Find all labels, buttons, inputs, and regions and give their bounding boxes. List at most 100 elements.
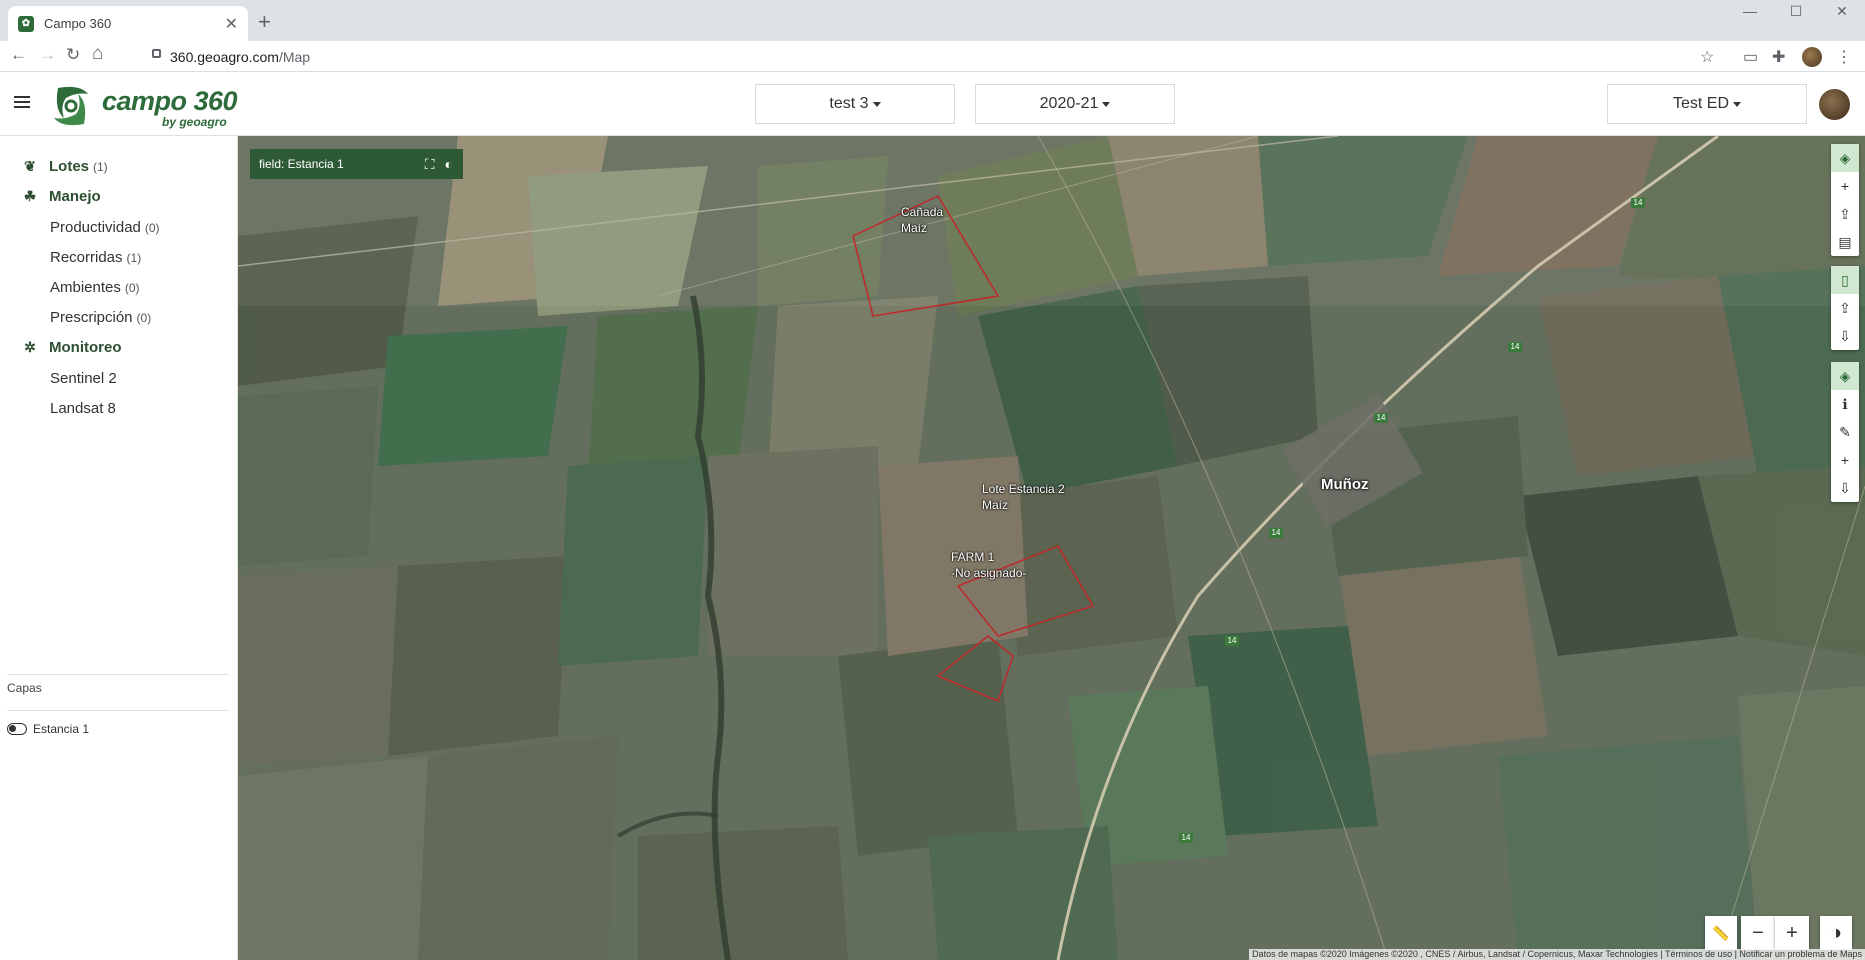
layer-name: Estancia 1 [33, 722, 90, 736]
browser-profile-avatar[interactable] [1802, 47, 1822, 67]
zoom-controls: 📏 − + [1705, 916, 1809, 950]
download-icon[interactable]: ⇩ [1831, 322, 1859, 350]
sidebar-item-ambientes[interactable]: Ambientes (0) [50, 279, 140, 296]
town-label: Muñoz [1321, 476, 1369, 493]
field-name: Cañada [901, 205, 944, 219]
edit-toolbar: ◈ ℹ ✎ + ⇩ [1831, 362, 1859, 502]
layers-icon[interactable]: ◈ [1831, 362, 1859, 390]
lock-icon [152, 49, 161, 58]
zoom-in-button[interactable]: + [1775, 916, 1809, 950]
sidebar-item-label: Sentinel 2 [50, 370, 117, 387]
palette-icon[interactable]: ◐ [445, 156, 453, 172]
download-icon[interactable]: ⇩ [1831, 474, 1859, 502]
hamburger-menu-icon[interactable] [14, 96, 30, 108]
url-path: /Map [278, 49, 311, 65]
campo360-favicon-icon: ✿ [18, 15, 34, 32]
caret-down-icon [1733, 101, 1741, 107]
sidebar-item-count: (1) [93, 159, 108, 174]
field-label-canada: Cañada Maíz [901, 204, 943, 236]
fullscreen-icon[interactable]: ⛶ [425, 156, 435, 173]
farm-select[interactable]: test 3 [755, 84, 955, 124]
route-shield: 14 [1631, 198, 1645, 208]
forward-arrow-icon[interactable]: → [39, 45, 56, 65]
layers-icon[interactable]: ◈ [1831, 144, 1859, 172]
field-crop: Maíz [901, 221, 928, 235]
sidebar-item-recorridas[interactable]: Recorridas (1) [50, 249, 141, 266]
info-icon[interactable]: ℹ [1831, 390, 1859, 418]
mobile-icon[interactable]: ▯ [1831, 266, 1859, 294]
layer-row-estancia: Estancia 1 [7, 722, 89, 736]
ruler-icon[interactable]: 📏 [1705, 916, 1737, 950]
user-select[interactable]: Test ED [1607, 84, 1807, 124]
sidebar-item-landsat[interactable]: Landsat 8 [50, 400, 116, 417]
satellite-map[interactable]: field: Estancia 1 ⛶ ◐ Cañada Maíz Lote E… [238, 136, 1865, 960]
season-select[interactable]: 2020-21 [975, 84, 1175, 124]
zoom-out-button[interactable]: − [1741, 916, 1775, 950]
palette-icon[interactable]: ◑ [1820, 916, 1852, 950]
extensions-icon[interactable]: ✚ [1772, 47, 1785, 67]
divider [7, 674, 229, 675]
back-arrow-icon[interactable]: ← [10, 45, 27, 65]
sidebar-item-monitoreo[interactable]: ✲ Monitoreo [20, 339, 121, 356]
add-icon[interactable]: + [1831, 446, 1859, 474]
sidebar-item-count: (1) [126, 251, 142, 265]
route-shield: 14 [1269, 528, 1283, 538]
url-field[interactable]: 360.geoagro.com/Map [138, 43, 1738, 70]
field-crop: Maíz [982, 498, 1009, 512]
minimize-button[interactable]: — [1727, 0, 1773, 22]
layers-toolbar: ◈ + ⇪ ▤ [1831, 144, 1859, 256]
add-icon[interactable]: + [1831, 172, 1859, 200]
caret-down-icon [1102, 101, 1111, 107]
sidebar-item-label: Landsat 8 [50, 400, 116, 417]
layers-heading: Capas [7, 681, 42, 695]
sidebar-item-label: Lotes [49, 158, 90, 175]
sidebar-item-label: Prescripción [50, 309, 133, 326]
device-toolbar: ▯ ⇪ ⇩ [1831, 266, 1859, 350]
sidebar-item-prescripcion[interactable]: Prescripción (0) [50, 309, 151, 326]
logo-subtitle: by geoagro [162, 115, 227, 129]
cast-icon[interactable]: ▭ [1743, 47, 1758, 67]
pencil-icon[interactable]: ✎ [1831, 418, 1859, 446]
campo360-logo-icon [54, 86, 88, 126]
window-controls: — ☐ ✕ [1727, 0, 1865, 22]
route-shield: 14 [1508, 342, 1522, 352]
tab-close-icon[interactable]: ✕ [225, 14, 238, 34]
tab-title: Campo 360 [44, 16, 112, 31]
sidebar-item-sentinel[interactable]: Sentinel 2 [50, 370, 117, 387]
browser-menu-icon[interactable]: ⋮ [1836, 47, 1852, 67]
home-icon[interactable]: ⌂ [92, 43, 103, 65]
user-select-value: Test ED [1672, 95, 1729, 112]
sidebar-item-label: Productividad [50, 219, 141, 236]
user-avatar[interactable] [1819, 89, 1850, 120]
satellite-icon: ✲ [24, 339, 36, 355]
bookmark-star-icon[interactable]: ☆ [1700, 47, 1714, 67]
layer-toggle[interactable] [7, 723, 27, 735]
route-shield: 14 [1225, 636, 1239, 646]
seedling-icon: ❦ [24, 158, 36, 174]
sidebar-item-manejo[interactable]: ☘ Manejo [20, 188, 101, 205]
document-icon[interactable]: ▤ [1831, 228, 1859, 256]
sidebar-item-count: (0) [124, 281, 140, 295]
sidebar-item-count: (0) [136, 311, 152, 325]
field-name: Lote Estancia 2 [982, 482, 1065, 496]
reload-icon[interactable]: ↻ [66, 45, 80, 65]
browser-tab[interactable]: ✿ Campo 360 ✕ [8, 6, 248, 41]
sidebar-item-label: Manejo [49, 188, 101, 205]
upload-icon[interactable]: ⇪ [1831, 294, 1859, 322]
hand-plant-icon: ☘ [23, 188, 37, 204]
close-window-button[interactable]: ✕ [1819, 0, 1865, 22]
url-host: 360.geoagro.com [170, 49, 279, 65]
season-select-value: 2020-21 [1039, 95, 1099, 112]
new-tab-button[interactable]: + [258, 9, 271, 35]
field-label-farm1: FARM 1 -No asignado- [951, 549, 1026, 581]
sidebar-item-count: (0) [144, 221, 160, 235]
route-shield: 14 [1374, 413, 1388, 423]
browser-tabbar: ✿ Campo 360 ✕ + — ☐ ✕ [0, 0, 1865, 41]
sidebar-item-lotes[interactable]: ❦ Lotes (1) [20, 158, 108, 175]
sidebar-item-label: Ambientes [50, 279, 121, 296]
upload-icon[interactable]: ⇪ [1831, 200, 1859, 228]
maximize-button[interactable]: ☐ [1773, 0, 1819, 22]
map-imagery [238, 136, 1865, 960]
sidebar-item-productividad[interactable]: Productividad (0) [50, 219, 160, 236]
map-attribution: Datos de mapas ©2020 Imágenes ©2020 , CN… [1249, 949, 1865, 960]
